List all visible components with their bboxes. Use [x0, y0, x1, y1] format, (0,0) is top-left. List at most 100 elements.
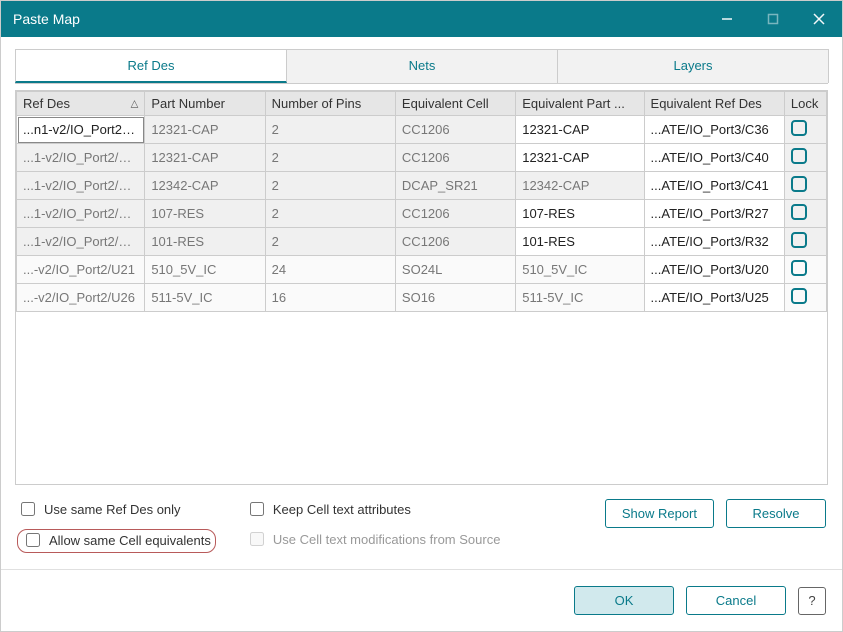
maximize-icon: [767, 13, 779, 25]
cell-eqcell: DCAP_SR21: [395, 172, 515, 200]
tab-strip: Ref Des Nets Layers: [15, 49, 828, 84]
cell-eqcell: SO16: [395, 284, 515, 312]
table-row[interactable]: ...n1-v2/IO_Port2/C512321-CAP2CC12061232…: [17, 116, 827, 144]
chk-use-cell-mods: Use Cell text modifications from Source: [246, 529, 501, 549]
options-col-mid: Keep Cell text attributes Use Cell text …: [246, 499, 501, 549]
tab-refdes[interactable]: Ref Des: [15, 49, 287, 83]
cell-refdes: ...-v2/IO_Port2/U26: [17, 284, 145, 312]
highlight-allow-same-cell: Allow same Cell equivalents: [17, 529, 216, 553]
cell-part: 510_5V_IC: [145, 256, 265, 284]
cell-pins: 24: [265, 256, 395, 284]
paste-map-dialog: Paste Map Ref Des Nets Layers: [0, 0, 843, 632]
close-button[interactable]: [796, 1, 842, 37]
cell-eqref[interactable]: ...ATE/IO_Port3/C40: [644, 144, 784, 172]
cell-lock[interactable]: [784, 116, 826, 144]
table-row[interactable]: ...1-v2/IO_Port2/R33101-RES2CC1206101-RE…: [17, 228, 827, 256]
lock-checkbox[interactable]: [791, 232, 807, 248]
window-title: Paste Map: [13, 11, 704, 27]
paste-map-table: Ref Des △ Part Number Number of Pins Equ…: [16, 91, 827, 312]
lock-checkbox[interactable]: [791, 176, 807, 192]
cell-lock[interactable]: [784, 172, 826, 200]
cell-eqpart[interactable]: 12321-CAP: [516, 144, 644, 172]
options-col-left: Use same Ref Des only Allow same Cell eq…: [17, 499, 216, 553]
cell-pins: 2: [265, 172, 395, 200]
cell-lock[interactable]: [784, 228, 826, 256]
help-button[interactable]: ?: [798, 587, 826, 615]
minimize-button[interactable]: [704, 1, 750, 37]
chk-keep-cell-text-box[interactable]: [250, 502, 264, 516]
col-refdes[interactable]: Ref Des △: [17, 92, 145, 116]
table-row[interactable]: ...1-v2/IO_Port2/C3812342-CAP2DCAP_SR211…: [17, 172, 827, 200]
col-num-pins[interactable]: Number of Pins: [265, 92, 395, 116]
table-container: Ref Des △ Part Number Number of Pins Equ…: [15, 90, 828, 485]
cell-eqcell: CC1206: [395, 144, 515, 172]
cell-pins: 2: [265, 144, 395, 172]
table-row[interactable]: ...-v2/IO_Port2/U21510_5V_IC24SO24L510_5…: [17, 256, 827, 284]
cell-pins: 16: [265, 284, 395, 312]
col-equiv-refdes[interactable]: Equivalent Ref Des: [644, 92, 784, 116]
dialog-footer: OK Cancel ?: [1, 569, 842, 631]
cell-part: 511-5V_IC: [145, 284, 265, 312]
cell-refdes: ...1-v2/IO_Port2/R33: [17, 228, 145, 256]
col-lock[interactable]: Lock: [784, 92, 826, 116]
cell-eqpart[interactable]: 101-RES: [516, 228, 644, 256]
cell-eqref[interactable]: ...ATE/IO_Port3/C36: [644, 116, 784, 144]
sort-asc-icon: △: [131, 98, 139, 109]
lock-checkbox[interactable]: [791, 204, 807, 220]
resolve-button[interactable]: Resolve: [726, 499, 826, 528]
col-equiv-cell[interactable]: Equivalent Cell: [395, 92, 515, 116]
lock-checkbox[interactable]: [791, 260, 807, 276]
options-row: Use same Ref Des only Allow same Cell eq…: [15, 485, 828, 559]
cell-eqref[interactable]: ...ATE/IO_Port3/C41: [644, 172, 784, 200]
close-icon: [813, 13, 825, 25]
show-report-button[interactable]: Show Report: [605, 499, 714, 528]
cell-lock[interactable]: [784, 200, 826, 228]
cell-lock[interactable]: [784, 284, 826, 312]
cell-eqpart[interactable]: 12321-CAP: [516, 116, 644, 144]
cell-part: 12342-CAP: [145, 172, 265, 200]
cell-refdes: ...-v2/IO_Port2/U21: [17, 256, 145, 284]
cell-eqpart: 511-5V_IC: [516, 284, 644, 312]
table-row[interactable]: ...1-v2/IO_Port2/R28107-RES2CC1206107-RE…: [17, 200, 827, 228]
cancel-button[interactable]: Cancel: [686, 586, 786, 615]
cell-eqref[interactable]: ...ATE/IO_Port3/R32: [644, 228, 784, 256]
cell-refdes[interactable]: ...n1-v2/IO_Port2/C5: [17, 116, 145, 144]
col-part-number[interactable]: Part Number: [145, 92, 265, 116]
cell-refdes: ...1-v2/IO_Port2/C38: [17, 172, 145, 200]
chk-allow-same-cell[interactable]: Allow same Cell equivalents: [22, 530, 211, 550]
cell-eqref[interactable]: ...ATE/IO_Port3/R27: [644, 200, 784, 228]
lock-checkbox[interactable]: [791, 148, 807, 164]
chk-allow-same-cell-box[interactable]: [26, 533, 40, 547]
cell-eqpart[interactable]: 107-RES: [516, 200, 644, 228]
table-row[interactable]: ...1-v2/IO_Port2/C3712321-CAP2CC12061232…: [17, 144, 827, 172]
table-row[interactable]: ...-v2/IO_Port2/U26511-5V_IC16SO16511-5V…: [17, 284, 827, 312]
lock-checkbox[interactable]: [791, 120, 807, 136]
help-icon: ?: [808, 593, 815, 608]
cell-part: 12321-CAP: [145, 144, 265, 172]
cell-eqref[interactable]: ...ATE/IO_Port3/U20: [644, 256, 784, 284]
ok-button[interactable]: OK: [574, 586, 674, 615]
chk-use-cell-mods-box: [250, 532, 264, 546]
cell-pins: 2: [265, 228, 395, 256]
col-equiv-part[interactable]: Equivalent Part ...: [516, 92, 644, 116]
maximize-button[interactable]: [750, 1, 796, 37]
cell-refdes: ...1-v2/IO_Port2/C37: [17, 144, 145, 172]
table-header-row: Ref Des △ Part Number Number of Pins Equ…: [17, 92, 827, 116]
chk-use-same-refdes-box[interactable]: [21, 502, 35, 516]
cell-eqref[interactable]: ...ATE/IO_Port3/U25: [644, 284, 784, 312]
cell-part: 101-RES: [145, 228, 265, 256]
cell-lock[interactable]: [784, 256, 826, 284]
cell-eqcell: CC1206: [395, 228, 515, 256]
titlebar: Paste Map: [1, 1, 842, 37]
cell-pins: 2: [265, 200, 395, 228]
table-empty-area: [16, 312, 827, 484]
chk-use-same-refdes[interactable]: Use same Ref Des only: [17, 499, 216, 519]
window-controls: [704, 1, 842, 37]
cell-eqcell: CC1206: [395, 116, 515, 144]
cell-part: 12321-CAP: [145, 116, 265, 144]
chk-keep-cell-text[interactable]: Keep Cell text attributes: [246, 499, 501, 519]
cell-lock[interactable]: [784, 144, 826, 172]
lock-checkbox[interactable]: [791, 288, 807, 304]
tab-nets[interactable]: Nets: [286, 49, 558, 83]
tab-layers[interactable]: Layers: [557, 49, 829, 83]
